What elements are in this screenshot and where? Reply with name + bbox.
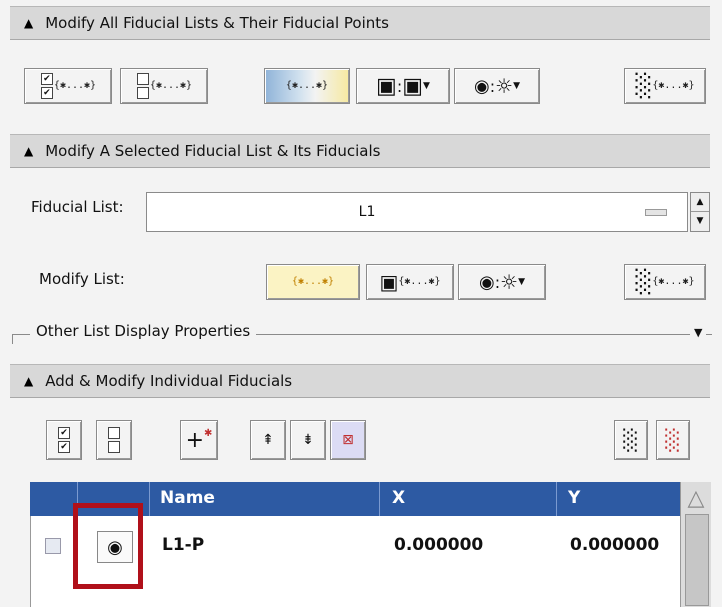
select-all-fiducials-button[interactable]: ✔ ✔ [46, 420, 82, 460]
section-header-selected-list[interactable]: ▲ Modify A Selected Fiducial List & Its … [10, 134, 710, 168]
group-divider-left [12, 334, 13, 344]
section-title: Modify A Selected Fiducial List & Its Fi… [45, 142, 381, 160]
sun-icon: ☼ [500, 270, 519, 294]
visibility-all-button[interactable]: ◉ : ☼ ▼ [454, 68, 540, 104]
collapse-arrow-icon[interactable]: ▲ [24, 16, 33, 30]
checkbox-icon: ✔ ✔ [57, 426, 71, 454]
collapse-arrow-icon[interactable]: ▲ [24, 374, 33, 388]
add-fiducial-button[interactable]: + ✱ [180, 420, 218, 460]
other-display-label[interactable]: Other List Display Properties [30, 322, 257, 340]
select-list-button[interactable]: {✱...✱} [266, 264, 360, 300]
section-header-all-lists[interactable]: ▲ Modify All Fiducial Lists & Their Fidu… [10, 6, 710, 40]
trash-icon: ░ [665, 428, 681, 452]
trash-icon: ░ [623, 428, 639, 452]
unlock-icon: ▣ [402, 73, 424, 99]
highlight-box [73, 503, 143, 589]
fiducial-braces-icon: {✱...✱} [285, 80, 329, 91]
lock-icon: ▣ [376, 73, 397, 99]
column-header-name[interactable]: Name [160, 488, 215, 508]
dropdown-arrow-icon: ▼ [513, 81, 520, 91]
menu-indicator-icon [645, 209, 667, 216]
lock-icon: ▣ [379, 270, 399, 294]
deselect-all-fiducials-button[interactable] [96, 420, 132, 460]
delete-all-lists-button[interactable]: ░ {✱...✱} [624, 68, 706, 104]
trash-icon: ░ [635, 73, 653, 99]
delete-all-fiducials-button[interactable]: ░ [656, 420, 690, 460]
select-all-lists-button[interactable]: ✔ ✔ {✱...✱} [24, 68, 112, 104]
list-spinner[interactable]: ▲ ▼ [690, 192, 710, 232]
delete-selected-fiducials-button[interactable]: ░ [614, 420, 648, 460]
visibility-list-button[interactable]: ◉ : ☼ ▼ [458, 264, 546, 300]
section-title: Modify All Fiducial Lists & Their Fiduci… [45, 14, 389, 32]
move-down-button[interactable]: ⇟ [290, 420, 326, 460]
deselect-all-lists-button[interactable]: {✱...✱} [120, 68, 208, 104]
row-select-checkbox[interactable] [45, 538, 61, 554]
cell-y[interactable]: 0.000000 [570, 535, 659, 555]
vertical-scrollbar[interactable]: △ [680, 482, 711, 607]
toggle-visibility-all-button[interactable]: {✱...✱} [264, 68, 350, 104]
section-header-individual[interactable]: ▲ Add & Modify Individual Fiducials [10, 364, 710, 398]
eye-icon: ◉ [474, 75, 490, 97]
move-down-icon: ⇟ [302, 432, 314, 448]
cell-name[interactable]: L1-P [162, 535, 204, 555]
collapse-arrow-icon[interactable]: ▲ [24, 144, 33, 158]
spin-down-icon[interactable]: ▼ [691, 212, 709, 230]
fiducial-braces-icon: {✱...✱} [652, 276, 695, 287]
fiducial-braces-icon: {✱...✱} [398, 276, 441, 287]
cell-x[interactable]: 0.000000 [394, 535, 483, 555]
fiducial-list-label: Fiducial List: [31, 198, 124, 216]
dropdown-arrow-icon: ▼ [423, 81, 430, 91]
fiducial-braces-icon: {✱...✱} [652, 80, 695, 91]
trash-icon: ░ [635, 269, 653, 295]
crosshair-icon: ⊠ [342, 432, 354, 448]
column-divider [556, 482, 557, 516]
eye-icon: ◉ [479, 271, 495, 293]
fiducial-braces-icon: {✱...✱} [291, 276, 335, 287]
jump-to-fiducial-button[interactable]: ⊠ [330, 420, 366, 460]
fiducial-list-value: L1 [358, 204, 376, 220]
lock-all-button[interactable]: ▣ : ▣ ▼ [356, 68, 450, 104]
move-up-button[interactable]: ⇞ [250, 420, 286, 460]
modify-list-label: Modify List: [39, 270, 125, 288]
fiducial-braces-icon: {✱...✱} [149, 80, 193, 91]
delete-list-button[interactable]: ░ {✱...✱} [624, 264, 706, 300]
sun-icon: ☼ [495, 74, 514, 98]
column-header-y[interactable]: Y [568, 488, 580, 508]
move-up-icon: ⇞ [262, 432, 274, 448]
fiducial-list-select[interactable]: L1 [146, 192, 688, 232]
scroll-up-icon[interactable]: △ [681, 482, 711, 514]
dropdown-arrow-icon: ▼ [518, 277, 525, 287]
column-divider [149, 482, 150, 516]
checkbox-icon: ✔ ✔ [40, 72, 54, 100]
checkbox-icon [107, 426, 121, 454]
fiducial-braces-icon: {✱...✱} [53, 80, 97, 91]
spin-up-icon[interactable]: ▲ [691, 193, 709, 212]
asterisk-icon: ✱ [204, 427, 213, 439]
section-title: Add & Modify Individual Fiducials [45, 372, 293, 390]
column-header-x[interactable]: X [392, 488, 405, 508]
scroll-thumb[interactable] [685, 514, 709, 606]
lock-list-button[interactable]: ▣ {✱...✱} [366, 264, 454, 300]
expand-arrow-icon[interactable]: ▼ [690, 326, 707, 339]
column-divider [379, 482, 380, 516]
plus-icon: + [185, 427, 205, 453]
checkbox-icon [136, 72, 150, 100]
